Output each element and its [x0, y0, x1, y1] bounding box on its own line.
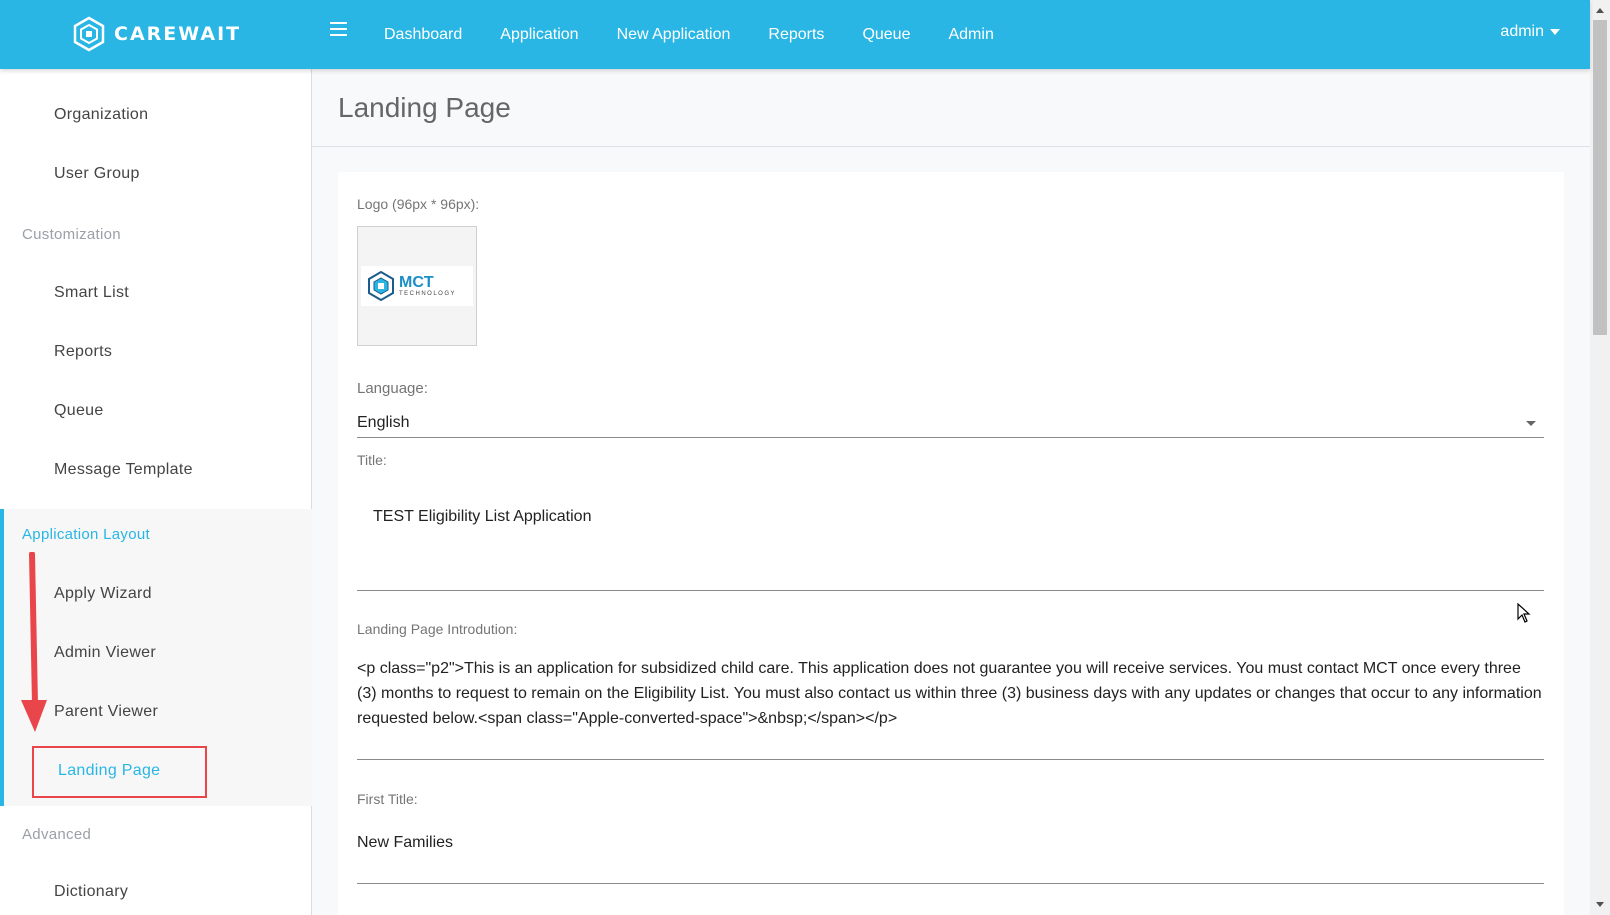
annotation-arrow-icon — [21, 552, 47, 732]
logo-preview: MCT TECHNOLOGY — [361, 266, 473, 306]
intro-textarea[interactable]: <p class="p2">This is an application for… — [357, 652, 1544, 760]
sidebar-item-reports[interactable]: Reports — [54, 343, 112, 361]
carewait-logo-icon — [73, 16, 105, 52]
annotation-highlight-box — [32, 746, 207, 798]
dropdown-arrow-icon — [1526, 421, 1536, 426]
sidebar-item-queue[interactable]: Queue — [54, 402, 104, 420]
title-textarea[interactable]: TEST Eligibility List Application — [357, 488, 1544, 591]
language-value: English — [357, 414, 410, 431]
sidebar-item-admin-viewer[interactable]: Admin Viewer — [54, 644, 156, 662]
sidebar-item-smart-list[interactable]: Smart List — [54, 284, 129, 302]
first-title-label: First Title: — [357, 791, 418, 807]
nav-admin[interactable]: Admin — [948, 26, 993, 44]
nav-new-application[interactable]: New Application — [617, 26, 731, 44]
page-title: Landing Page — [338, 91, 511, 123]
sidebar-item-parent-viewer[interactable]: Parent Viewer — [54, 703, 158, 721]
sidebar-section-customization: Customization — [22, 226, 121, 243]
brand-logo[interactable]: CAREWAIT — [72, 16, 241, 52]
hamburger-menu-icon[interactable] — [330, 22, 347, 36]
logo-tagline: TECHNOLOGY — [399, 291, 457, 297]
language-select[interactable]: English — [357, 408, 1544, 438]
logo-label: Logo (96px * 96px): — [357, 196, 480, 212]
user-name: admin — [1500, 23, 1544, 40]
nav-dashboard[interactable]: Dashboard — [384, 26, 462, 44]
logo-upload[interactable]: MCT TECHNOLOGY — [357, 226, 477, 346]
title-value: TEST Eligibility List Application — [373, 508, 592, 525]
first-title-value: New Families — [357, 834, 454, 851]
scroll-up-icon[interactable] — [1596, 8, 1604, 13]
nav-application[interactable]: Application — [500, 26, 578, 44]
mct-logo-icon — [368, 271, 394, 301]
sidebar-item-user-group[interactable]: User Group — [54, 165, 140, 183]
intro-value: <p class="p2">This is an application for… — [357, 660, 1542, 727]
sidebar: Organization User Group Customization Sm… — [0, 69, 312, 915]
landing-page-form: Logo (96px * 96px): MCT TECHNOLOGY Langu… — [338, 172, 1564, 915]
language-label: Language: — [357, 380, 428, 397]
scroll-down-icon[interactable] — [1596, 902, 1604, 907]
logo-word: MCT — [399, 274, 434, 291]
user-menu[interactable]: admin — [1500, 23, 1560, 41]
intro-label: Landing Page Introdution: — [357, 621, 518, 637]
sidebar-item-dictionary[interactable]: Dictionary — [54, 883, 128, 901]
sidebar-item-organization[interactable]: Organization — [54, 106, 148, 124]
page-header: Landing Page — [312, 69, 1590, 147]
mouse-cursor-icon — [1517, 603, 1531, 623]
main-nav: Dashboard Application New Application Re… — [384, 0, 1032, 69]
sidebar-item-apply-wizard[interactable]: Apply Wizard — [54, 585, 152, 603]
sidebar-item-message-template[interactable]: Message Template — [54, 461, 193, 479]
top-navbar: CAREWAIT Dashboard Application New Appli… — [0, 0, 1590, 69]
nav-reports[interactable]: Reports — [768, 26, 824, 44]
caret-down-icon — [1550, 29, 1560, 35]
brand-name: CAREWAIT — [114, 23, 242, 45]
title-label: Title: — [357, 452, 387, 468]
sidebar-section-advanced: Advanced — [22, 826, 92, 843]
main-content: Landing Page Logo (96px * 96px): MCT TEC… — [312, 69, 1590, 915]
scroll-thumb[interactable] — [1593, 20, 1607, 335]
nav-queue[interactable]: Queue — [862, 26, 910, 44]
page-scrollbar[interactable] — [1590, 0, 1610, 915]
sidebar-section-application-layout[interactable]: Application Layout — [22, 526, 150, 543]
first-title-textarea[interactable]: New Families — [357, 824, 1544, 884]
logo-wordmark: MCT TECHNOLOGY — [399, 274, 457, 298]
